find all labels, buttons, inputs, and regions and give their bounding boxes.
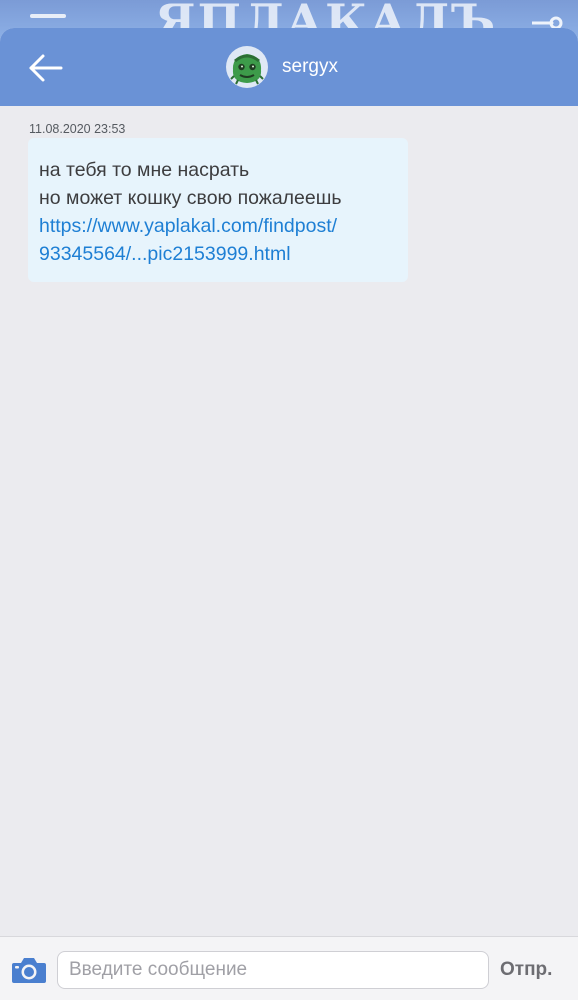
hamburger-icon xyxy=(30,14,66,18)
message-list[interactable]: 11.08.2020 23:53 на тебя то мне насрать … xyxy=(0,106,578,936)
message-text-line: на тебя то мне насрать xyxy=(39,159,250,181)
message-input[interactable] xyxy=(57,951,489,989)
private-message-sheet: sergyx 11.08.2020 23:53 на тебя то мне н… xyxy=(0,28,578,1000)
message-text-line: но может кошку свою пожалеешь xyxy=(39,187,342,209)
avatar[interactable] xyxy=(226,46,268,88)
send-button[interactable]: Отпр. xyxy=(500,959,552,981)
back-arrow-icon xyxy=(29,54,63,82)
message-link[interactable]: 93345564/...pic2153999.html xyxy=(39,240,397,268)
conversation-header: sergyx xyxy=(0,28,578,106)
message-composer: Отпр. xyxy=(0,936,578,1000)
message-link[interactable]: https://www.yaplakal.com/findpost/ xyxy=(39,212,397,240)
conversation-username[interactable]: sergyx xyxy=(282,56,338,78)
message-timestamp: 11.08.2020 23:53 xyxy=(29,122,126,136)
message-bubble: на тебя то мне насрать но может кошку св… xyxy=(28,138,408,282)
back-button[interactable] xyxy=(22,48,70,88)
camera-icon[interactable] xyxy=(10,955,48,985)
